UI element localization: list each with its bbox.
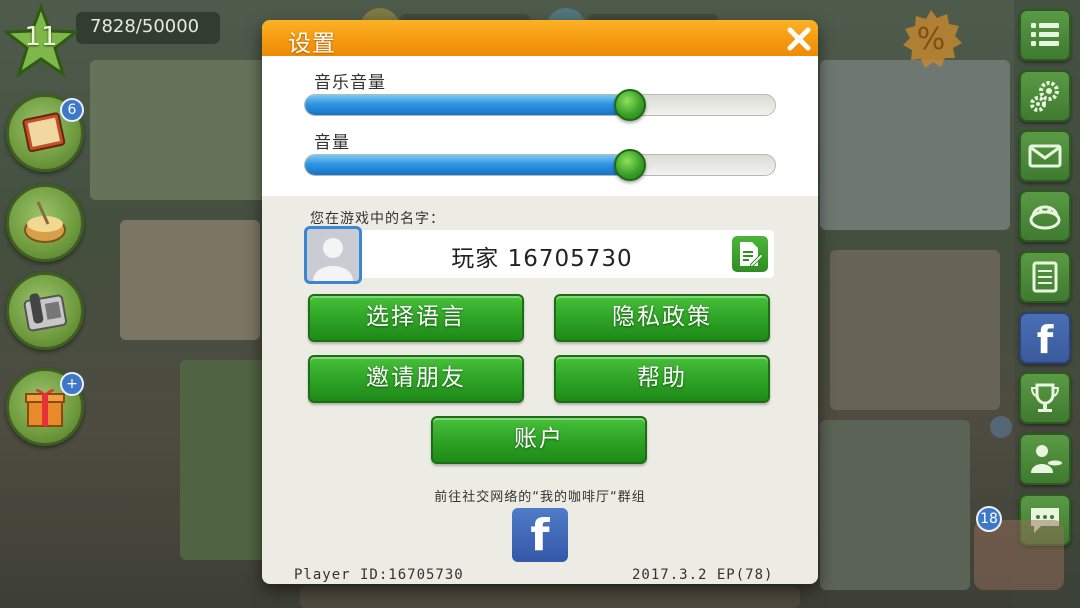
bottom-right-indicator — [990, 416, 1012, 438]
facebook-button[interactable]: f — [512, 508, 568, 562]
volume-label: 音量 — [314, 133, 350, 153]
list-icon — [1031, 23, 1059, 46]
avatar-silhouette-icon — [313, 238, 353, 281]
cooking-pot-icon — [24, 201, 66, 243]
volume-knob[interactable] — [613, 149, 646, 181]
discount-badge-icon[interactable]: % — [900, 8, 962, 70]
facebook-sidebar-button[interactable]: f — [1019, 312, 1071, 364]
mail-button[interactable] — [1019, 130, 1071, 182]
trophy-icon — [1030, 383, 1060, 412]
close-icon[interactable] — [784, 24, 814, 54]
edit-document-icon — [740, 242, 763, 268]
volume-fill — [305, 155, 631, 175]
recipe-book-badge: 6 — [60, 98, 84, 122]
account-button[interactable]: 账户 — [431, 416, 647, 464]
svg-text:%: % — [917, 22, 946, 57]
staff-button[interactable] — [1019, 433, 1071, 485]
settings-button[interactable] — [1019, 70, 1071, 122]
avatar[interactable] — [304, 226, 362, 284]
privacy-policy-button[interactable]: 隐私政策 — [554, 294, 770, 342]
social-group-text: 前往社交网络的“我的咖啡厅“群组 — [434, 490, 646, 505]
music-volume-knob[interactable] — [613, 89, 646, 121]
dialog-header: 设置 — [262, 20, 818, 57]
envelope-icon — [1028, 144, 1062, 168]
sound-panel: 音乐音量 音量 — [262, 56, 818, 196]
cake-button[interactable] — [1019, 190, 1071, 242]
cake-icon — [1029, 205, 1061, 230]
telephone-icon — [23, 293, 68, 332]
orders-button[interactable] — [1019, 251, 1071, 303]
help-button[interactable]: 帮助 — [554, 355, 770, 403]
volume-slider[interactable] — [304, 154, 776, 176]
facebook-icon: f — [530, 510, 550, 561]
player-id: Player ID:16705730 — [294, 567, 464, 583]
music-volume-slider[interactable] — [304, 94, 776, 116]
invite-friends-button[interactable]: 邀请朋友 — [308, 355, 524, 403]
phone-button[interactable] — [6, 272, 84, 350]
facebook-icon: f — [1037, 320, 1054, 356]
version-text: 2017.3.2 EP(78) — [632, 567, 774, 583]
music-volume-fill — [305, 95, 631, 115]
dialog-title: 设置 — [288, 31, 336, 57]
music-volume-label: 音乐音量 — [314, 73, 386, 93]
waiter-icon — [1031, 445, 1062, 473]
machine-badge: 18 — [976, 506, 1002, 532]
player-name: 玩家 16705730 — [451, 246, 633, 272]
menu-button[interactable] — [1019, 9, 1071, 61]
gears-icon — [1030, 81, 1059, 112]
cooking-button[interactable] — [6, 184, 84, 262]
select-language-button[interactable]: 选择语言 — [308, 294, 524, 342]
settings-dialog: 设置 音乐音量 音量 您在游戏中的名字： 玩家 16705730 选择语言 隐私… — [262, 20, 818, 584]
level-number: 11 — [24, 22, 58, 52]
trophy-button[interactable] — [1019, 372, 1071, 424]
notepad-icon — [1032, 261, 1058, 293]
gift-badge: + — [60, 372, 84, 396]
svg-text:f: f — [1037, 320, 1054, 356]
edit-name-button[interactable] — [732, 236, 768, 272]
xp-text: 7828/50000 — [90, 16, 200, 37]
name-label: 您在游戏中的名字： — [310, 211, 445, 227]
